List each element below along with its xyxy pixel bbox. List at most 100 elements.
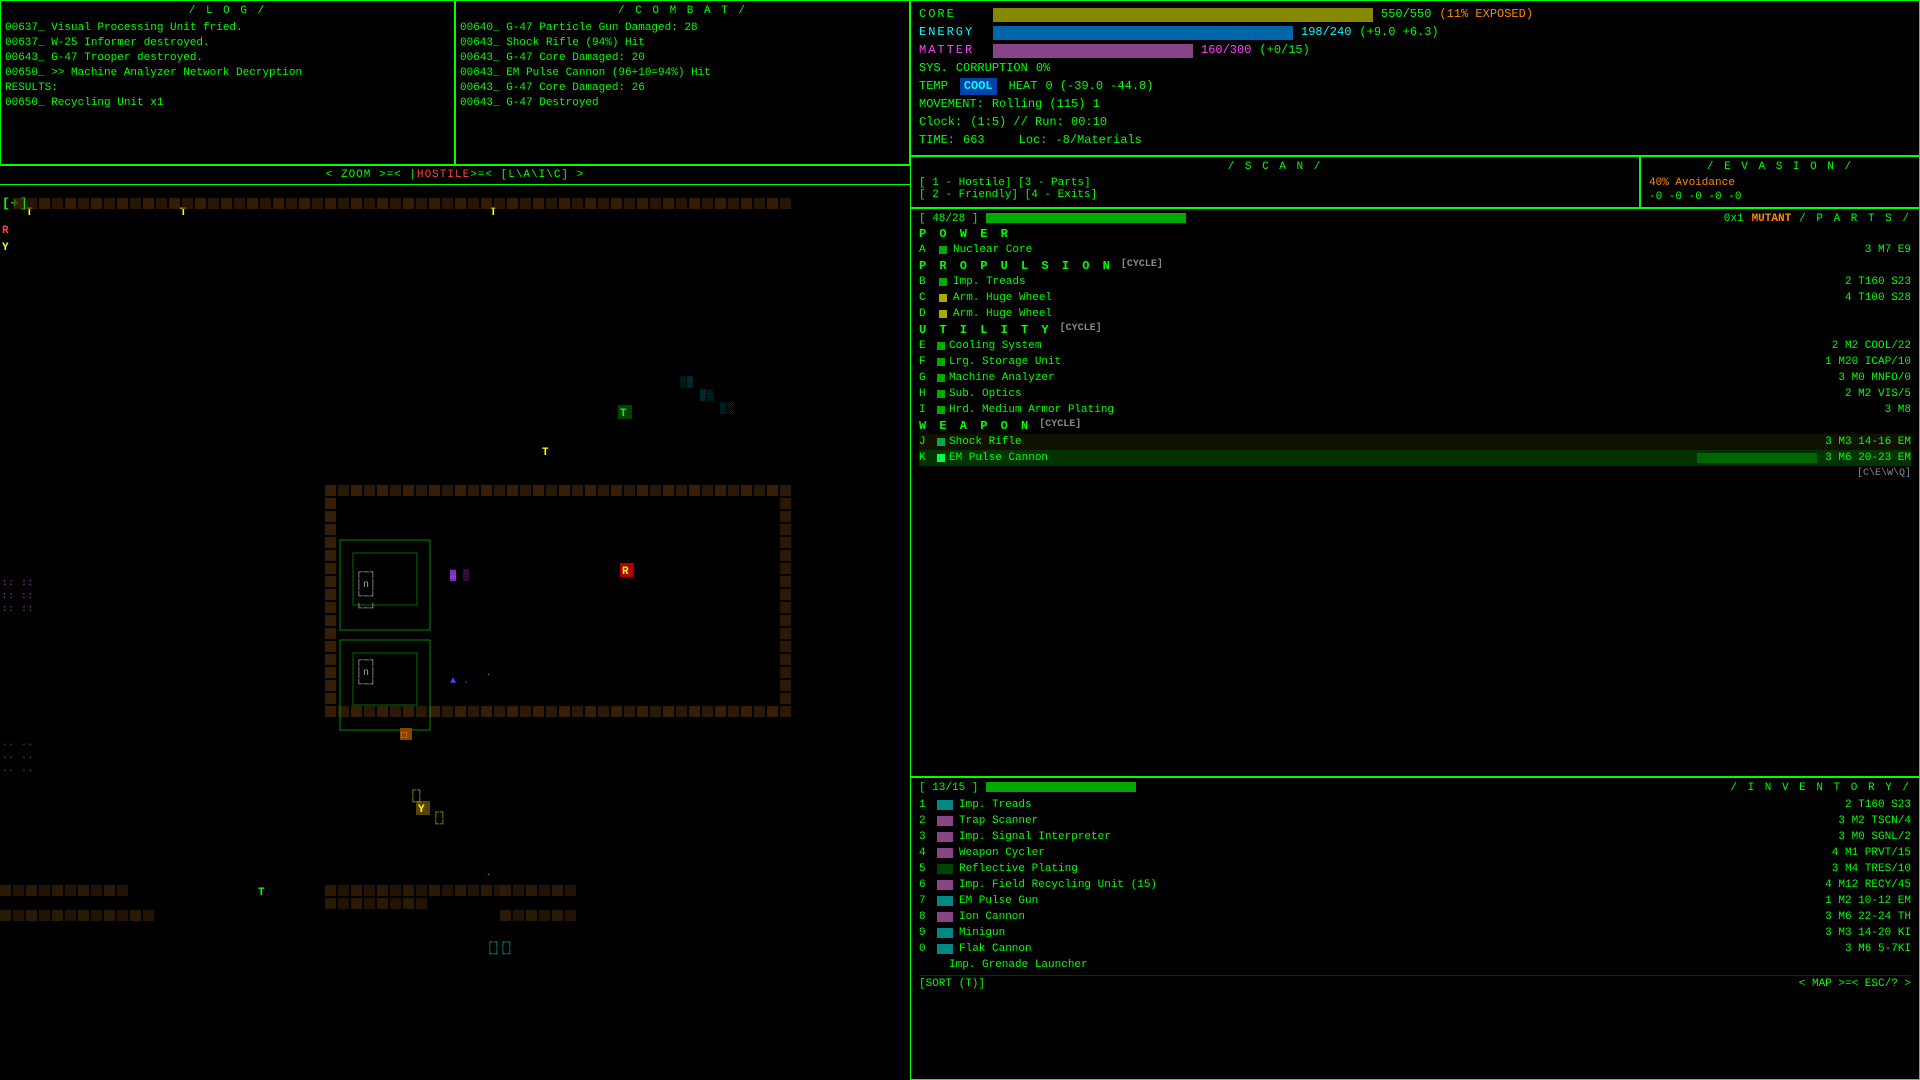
energy-value: 198/240 <box>1301 24 1351 41</box>
svg-text:┌┐: ┌┐ <box>433 808 447 819</box>
core-row: CORE 550/550 (11% EXPOSED) <box>919 6 1911 23</box>
inv-row-1[interactable]: 1 Imp. Treads 2 T160 S23 <box>919 797 1911 813</box>
matter-value: 160/300 <box>1201 42 1251 59</box>
svg-text:┌┐: ┌┐ <box>500 938 514 949</box>
utility-section-label: U T I L I T Y [CYCLE] <box>919 323 1911 337</box>
svg-text:.. ..: .. .. <box>2 764 34 774</box>
matter-delta: (+0/15) <box>1259 42 1309 59</box>
svg-text:▓: ▓ <box>450 569 457 582</box>
part-row-G[interactable]: G Machine Analyzer 3 M0 MNFO/0 <box>919 370 1911 386</box>
svg-text:└─┘: └─┘ <box>356 602 377 615</box>
evasion-avoidance: 40% Avoidance <box>1649 177 1911 189</box>
log-title: / L O G / <box>5 5 450 17</box>
part-row-A[interactable]: A Nuclear Core 3 M7 E9 <box>919 242 1911 258</box>
movement-label: MOVEMENT: <box>919 96 984 113</box>
svg-text:R: R <box>2 225 10 237</box>
svg-text:│n│: │n│ <box>356 578 377 591</box>
movement-value: Rolling (115) 1 <box>992 96 1100 113</box>
part-row-E[interactable]: E Cooling System 2 M2 COOL/22 <box>919 338 1911 354</box>
inv-row-7[interactable]: 7 EM Pulse Gun 1 M2 10-12 EM <box>919 893 1911 909</box>
svg-text:░▒: ░▒ <box>680 376 694 389</box>
inv-icon-9 <box>937 928 953 938</box>
map-esc-label[interactable]: < MAP >=< ESC/? > <box>1799 978 1911 990</box>
weapon-section-label: W E A P O N [CYCLE] <box>919 419 1911 433</box>
core-bar <box>993 8 1373 22</box>
energy-delta: (+9.0 +6.3) <box>1359 24 1438 41</box>
inv-icon-6 <box>937 880 953 890</box>
scan-panel: / S C A N / [ 1 - Hostile] [3 - Parts] [… <box>910 156 1640 208</box>
core-value: 550/550 <box>1381 6 1431 23</box>
svg-text:┌┐: ┌┐ <box>487 938 501 949</box>
evasion-values: -0 -0 -0 -0 -0 <box>1649 191 1911 203</box>
inv-icon-4 <box>937 848 953 858</box>
svg-text:T: T <box>620 408 628 420</box>
scan-evasion-row: / S C A N / [ 1 - Hostile] [3 - Parts] [… <box>910 156 1920 208</box>
loc-value: -8/Materials <box>1055 132 1141 149</box>
inventory-panel: [ 13/15 ] / I N V E N T O R Y / 1 Imp. T… <box>910 777 1920 1080</box>
part-row-F[interactable]: F Lrg. Storage Unit 1 M20 ICAP/10 <box>919 354 1911 370</box>
inv-icon-0 <box>937 944 953 954</box>
log-panel: / L O G / 00637_ Visual Processing Unit … <box>0 0 455 165</box>
energy-bar <box>993 26 1293 40</box>
svg-text:T: T <box>258 887 266 899</box>
inventory-progress <box>986 782 1722 794</box>
part-row-I[interactable]: I Hrd. Medium Armor Plating 3 M8 <box>919 402 1911 418</box>
parts-title: / P A R T S / <box>1799 213 1911 225</box>
svg-text:.. ..: .. .. <box>2 738 34 748</box>
svg-text:▒: ▒ <box>463 569 470 582</box>
time-value: 663 <box>963 132 985 149</box>
right-panel: CORE 550/550 (11% EXPOSED) ENERGY 198/24… <box>910 0 1920 1080</box>
inv-icon-3 <box>937 832 953 842</box>
svg-text:□: □ <box>401 731 408 742</box>
inv-row-8[interactable]: 8 Ion Cannon 3 M6 22-24 TH <box>919 909 1911 925</box>
cool-badge: COOL <box>960 78 997 95</box>
combat-content: 00640_ G-47 Particle Gun Damaged: 28 006… <box>460 21 905 111</box>
inventory-count: [ 13/15 ] <box>919 782 978 794</box>
part-row-J[interactable]: J Shock Rifle 3 M3 14-16 EM <box>919 434 1911 450</box>
svg-text:└┘: └┘ <box>487 948 501 961</box>
inv-row-2[interactable]: 2 Trap Scanner 3 M2 TSCN/4 <box>919 813 1911 829</box>
inv-icon-5 <box>937 864 953 874</box>
temp-row: TEMP COOL HEAT 0 (-39.0 -44.8) <box>919 78 1911 95</box>
inv-row-0[interactable]: 0 Flak Cannon 3 M6 5-7KI <box>919 941 1911 957</box>
svg-text:└┘: └┘ <box>410 796 424 809</box>
inv-icon-8 <box>937 912 953 922</box>
svg-text:└─┘: └─┘ <box>356 678 377 691</box>
corruption-row: SYS. CORRUPTION 0% <box>919 60 1911 77</box>
svg-text::: ::: :: :: <box>2 604 34 614</box>
scan-item-0[interactable]: [ 1 - Hostile] [3 - Parts] <box>919 177 1631 189</box>
sort-label[interactable]: [SORT (T)] <box>919 978 985 990</box>
svg-text:▲: ▲ <box>450 676 457 687</box>
heat-value: 0 (-39.0 -44.8) <box>1045 78 1153 95</box>
svg-text:.. ..: .. .. <box>2 751 34 761</box>
inventory-header: [ 13/15 ] / I N V E N T O R Y / <box>919 782 1911 794</box>
part-row-H[interactable]: H Sub. Optics 2 M2 VIS/5 <box>919 386 1911 402</box>
time-label: TIME: <box>919 132 955 149</box>
svg-text::: ::: :: :: <box>2 578 34 588</box>
inv-row-6[interactable]: 6 Imp. Field Recycling Unit (15) 4 M12 R… <box>919 877 1911 893</box>
combat-panel: / C O M B A T / 00640_ G-47 Particle Gun… <box>455 0 910 165</box>
svg-text:┌─┐: ┌─┐ <box>356 656 377 667</box>
inv-icon-1 <box>937 800 953 810</box>
power-section-label: P O W E R <box>919 227 1911 241</box>
corruption-label: CORRUPTION <box>956 60 1028 77</box>
part-row-B[interactable]: B Imp. Treads 2 T160 S23 <box>919 274 1911 290</box>
part-row-K[interactable]: K EM Pulse Cannon 3 M6 20-23 EM <box>919 450 1911 466</box>
svg-text:.: . <box>486 668 492 678</box>
inv-row-4[interactable]: 4 Weapon Cycler 4 M1 PRVT/15 <box>919 845 1911 861</box>
part-row-C[interactable]: C Arm. Huge Wheel 4 T100 S28 <box>919 290 1911 306</box>
part-row-D[interactable]: D Arm. Huge Wheel <box>919 306 1911 322</box>
scan-item-1[interactable]: [ 2 - Friendly] [4 - Exits] <box>919 189 1631 201</box>
matter-row: MATTER 160/300 (+0/15) <box>919 42 1911 59</box>
propulsion-section-label: P R O P U L S I O N [CYCLE] <box>919 259 1911 273</box>
inv-row-5[interactable]: 5 Reflective Plating 3 M4 TRES/10 <box>919 861 1911 877</box>
map-area[interactable]: .wall { fill: #5a3a1a; stroke: #333; str… <box>0 185 910 1061</box>
matter-bar <box>993 44 1193 58</box>
svg-text:└┘: └┘ <box>433 818 447 831</box>
svg-text:┌─┐: ┌─┐ <box>356 568 377 579</box>
inv-row-3[interactable]: 3 Imp. Signal Interpreter 3 M0 SGNL/2 <box>919 829 1911 845</box>
parts-ox: 0x1 <box>1724 213 1744 225</box>
svg-text::: ::: :: :: <box>2 591 34 601</box>
svg-text:.: . <box>486 868 492 878</box>
inv-row-9[interactable]: 9 Minigun 3 M3 14-20 KI <box>919 925 1911 941</box>
